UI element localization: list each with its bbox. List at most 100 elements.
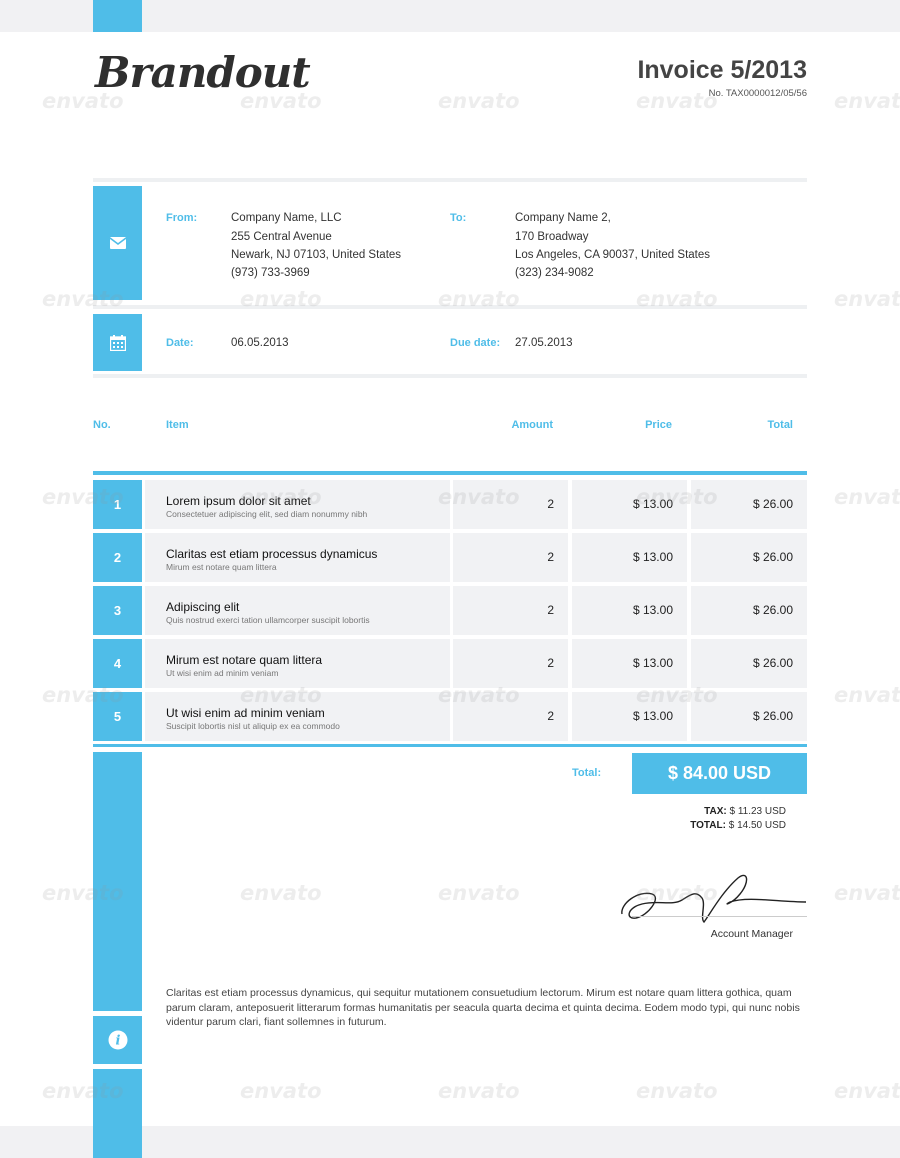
price-value: $ 13.00 bbox=[632, 709, 673, 723]
amount-value: 2 bbox=[547, 656, 554, 670]
divider-bottom bbox=[93, 374, 807, 378]
bottom-side-bar bbox=[93, 1069, 142, 1158]
total-cell: $ 26.00 bbox=[691, 586, 807, 635]
amount-cell: 2 bbox=[453, 639, 568, 688]
grand-total-label: Total: bbox=[572, 767, 602, 779]
amount-cell: 2 bbox=[453, 480, 568, 529]
price-value: $ 13.00 bbox=[632, 497, 673, 511]
amount-cell: 2 bbox=[453, 586, 568, 635]
brand-logo: Brandout bbox=[95, 48, 311, 97]
amount-value: 2 bbox=[547, 497, 554, 511]
table-row: 2 Claritas est etiam processus dynamicus… bbox=[93, 533, 807, 582]
bottom-strip bbox=[142, 1126, 900, 1158]
item-name: Lorem ipsum dolor sit amet bbox=[166, 494, 311, 508]
lower-side-bar bbox=[93, 752, 142, 1011]
total-cell: $ 26.00 bbox=[691, 533, 807, 582]
calendar-icon bbox=[93, 314, 142, 371]
table-row: 1 Lorem ipsum dolor sit amet Consectetue… bbox=[93, 480, 807, 529]
price-cell: $ 13.00 bbox=[572, 533, 687, 582]
from-line-2: 255 Central Avenue bbox=[231, 231, 332, 243]
svg-text:i: i bbox=[115, 1034, 120, 1049]
tax-label: TAX: bbox=[704, 806, 727, 817]
price-value: $ 13.00 bbox=[632, 550, 673, 564]
total-cell: $ 26.00 bbox=[691, 480, 807, 529]
from-line-1: Company Name, LLC bbox=[231, 212, 342, 224]
table-header-line bbox=[93, 471, 807, 475]
total2-value: $ 14.50 USD bbox=[728, 820, 786, 831]
row-number: 5 bbox=[93, 692, 142, 741]
total2-line: TOTAL: $ 14.50 USD bbox=[690, 820, 786, 831]
amount-value: 2 bbox=[547, 709, 554, 723]
header-no: No. bbox=[93, 419, 111, 431]
item-description: Ut wisi enim ad minim veniam bbox=[166, 668, 279, 678]
amount-value: 2 bbox=[547, 603, 554, 617]
total-value: $ 26.00 bbox=[752, 603, 793, 617]
date-label: Date: bbox=[166, 337, 194, 349]
item-name: Ut wisi enim ad minim veniam bbox=[166, 706, 325, 720]
invoice-number: No. TAX0000012/05/56 bbox=[708, 88, 807, 99]
invoice-title: Invoice 5/2013 bbox=[637, 56, 807, 84]
table-row: 3 Adipiscing elit Quis nostrud exerci ta… bbox=[93, 586, 807, 635]
table-footer-line bbox=[93, 744, 807, 747]
header-price: Price bbox=[645, 419, 672, 431]
to-line-3: Los Angeles, CA 90037, United States bbox=[515, 249, 710, 261]
total-value: $ 26.00 bbox=[752, 497, 793, 511]
price-cell: $ 13.00 bbox=[572, 480, 687, 529]
item-description: Mirum est notare quam littera bbox=[166, 562, 277, 572]
amount-cell: 2 bbox=[453, 692, 568, 741]
total-value: $ 26.00 bbox=[752, 709, 793, 723]
row-number: 1 bbox=[93, 480, 142, 529]
price-value: $ 13.00 bbox=[632, 656, 673, 670]
signature-line bbox=[632, 916, 807, 917]
total-cell: $ 26.00 bbox=[691, 692, 807, 741]
divider-top bbox=[93, 178, 807, 182]
to-line-4: (323) 234-9082 bbox=[515, 267, 594, 279]
top-accent-bar bbox=[93, 0, 142, 32]
to-line-2: 170 Broadway bbox=[515, 231, 589, 243]
row-number: 3 bbox=[93, 586, 142, 635]
header-total: Total bbox=[767, 419, 793, 431]
item-description: Quis nostrud exerci tation ullamcorper s… bbox=[166, 615, 370, 625]
price-cell: $ 13.00 bbox=[572, 586, 687, 635]
item-cell: Lorem ipsum dolor sit amet Consectetuer … bbox=[145, 480, 450, 529]
amount-cell: 2 bbox=[453, 533, 568, 582]
footer-note: Claritas est etiam processus dynamicus, … bbox=[166, 987, 800, 1028]
tax-value: $ 11.23 USD bbox=[729, 806, 786, 817]
from-line-3: Newark, NJ 07103, United States bbox=[231, 249, 402, 261]
table-row: 5 Ut wisi enim ad minim veniam Suscipit … bbox=[93, 692, 807, 741]
item-name: Mirum est notare quam littera bbox=[166, 653, 323, 667]
from-label: From: bbox=[166, 212, 198, 224]
due-date-value: 27.05.2013 bbox=[515, 337, 573, 349]
item-cell: Mirum est notare quam littera Ut wisi en… bbox=[145, 639, 450, 688]
total-value: $ 26.00 bbox=[752, 656, 793, 670]
total2-label: TOTAL: bbox=[690, 820, 726, 831]
to-label: To: bbox=[450, 212, 467, 224]
item-cell: Claritas est etiam processus dynamicus M… bbox=[145, 533, 450, 582]
grand-total-box: $ 84.00 USD bbox=[632, 753, 807, 794]
price-value: $ 13.00 bbox=[632, 603, 673, 617]
divider-mid bbox=[93, 305, 807, 309]
item-description: Suscipit lobortis nisl ut aliquip ex ea … bbox=[166, 721, 340, 731]
row-number: 2 bbox=[93, 533, 142, 582]
header-item: Item bbox=[166, 419, 189, 431]
due-date-label: Due date: bbox=[450, 337, 501, 349]
info-icon: i bbox=[93, 1016, 142, 1064]
item-name: Claritas est etiam processus dynamicus bbox=[166, 547, 378, 561]
total-cell: $ 26.00 bbox=[691, 639, 807, 688]
item-cell: Ut wisi enim ad minim veniam Suscipit lo… bbox=[145, 692, 450, 741]
to-line-1: Company Name 2, bbox=[515, 212, 611, 224]
price-cell: $ 13.00 bbox=[572, 639, 687, 688]
envelope-icon bbox=[93, 186, 142, 300]
total-value: $ 26.00 bbox=[752, 550, 793, 564]
tax-line: TAX: $ 11.23 USD bbox=[704, 806, 786, 817]
row-number: 4 bbox=[93, 639, 142, 688]
table-row: 4 Mirum est notare quam littera Ut wisi … bbox=[93, 639, 807, 688]
from-line-4: (973) 733-3969 bbox=[231, 267, 310, 279]
item-cell: Adipiscing elit Quis nostrud exerci tati… bbox=[145, 586, 450, 635]
item-description: Consectetuer adipiscing elit, sed diam n… bbox=[166, 509, 368, 519]
item-name: Adipiscing elit bbox=[166, 600, 240, 614]
date-value: 06.05.2013 bbox=[231, 337, 289, 349]
header-amount: Amount bbox=[511, 419, 553, 431]
amount-value: 2 bbox=[547, 550, 554, 564]
signature-title: Account Manager bbox=[710, 928, 793, 940]
